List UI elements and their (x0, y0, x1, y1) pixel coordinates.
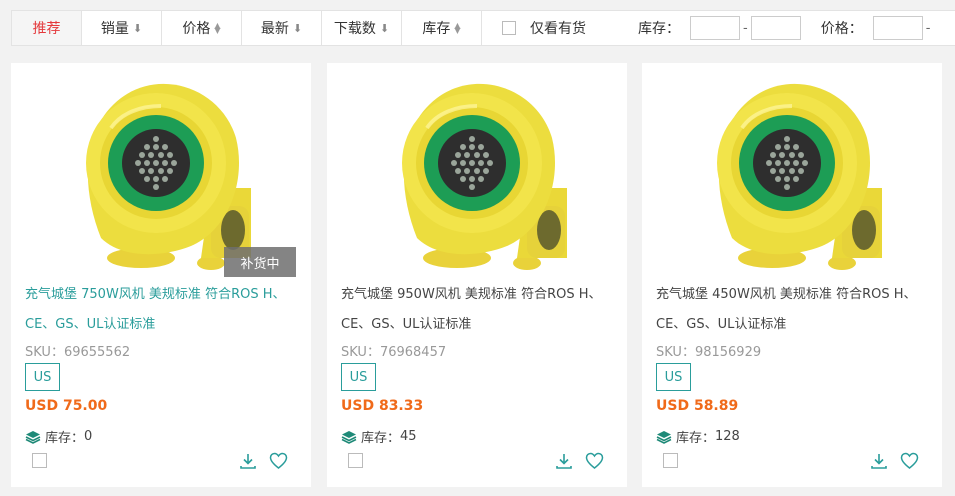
stock-value: 45 (400, 429, 417, 444)
product-stock: 库存： 0 (25, 427, 92, 446)
heart-icon[interactable] (900, 452, 919, 470)
only-in-stock-filter[interactable]: 仅看有货 (502, 18, 586, 38)
download-icon[interactable] (555, 452, 573, 470)
product-card[interactable]: 充气城堡 450W风机 美规标准 符合ROS H、CE、GS、UL认证标准 SK… (642, 63, 942, 487)
stock-min-input[interactable] (690, 16, 740, 40)
sku-value: 98156929 (694, 345, 762, 360)
stock-range-dash: - (743, 20, 748, 36)
price-min-input[interactable] (872, 16, 923, 40)
product-sku: SKU：98156929 (656, 341, 761, 360)
sort-downloads-label: 下载数 (333, 21, 376, 37)
select-checkbox[interactable] (663, 453, 678, 468)
region-tag: US (341, 363, 376, 391)
sort-newest[interactable]: 最新 ⬇ (242, 11, 322, 45)
sort-stock-label: 库存 (422, 21, 451, 37)
product-card[interactable]: 充气城堡 950W风机 美规标准 符合ROS H、CE、GS、UL认证标准 SK… (327, 63, 627, 487)
stock-value: 128 (715, 429, 740, 444)
sku-value: 69655562 (63, 345, 131, 360)
product-image[interactable] (642, 63, 942, 278)
select-checkbox[interactable] (32, 453, 47, 468)
region-tag: US (25, 363, 60, 391)
product-price: USD 58.89 (656, 398, 739, 414)
stock-max-input[interactable] (750, 16, 801, 40)
sort-downloads[interactable]: 下载数 ⬇ (322, 11, 402, 45)
blower-illustration (402, 83, 567, 270)
blower-illustration (717, 83, 882, 270)
layers-icon (25, 430, 41, 444)
product-image[interactable] (327, 63, 627, 278)
arrow-down-icon: ⬇ (379, 21, 390, 35)
product-sku: SKU：69655562 (25, 341, 130, 360)
sort-sales[interactable]: 销量 ⬇ (82, 11, 162, 45)
layers-icon (341, 430, 357, 444)
product-stock: 库存： 128 (656, 427, 740, 446)
stock-label: 库存： (45, 431, 85, 446)
only-in-stock-checkbox[interactable] (502, 21, 516, 35)
download-icon[interactable] (239, 452, 257, 470)
sku-label: SKU： (341, 345, 380, 360)
stock-range-label: 库存： (638, 21, 680, 37)
region-tag: US (656, 363, 691, 391)
product-stock: 库存： 45 (341, 427, 417, 446)
select-checkbox[interactable] (348, 453, 363, 468)
arrow-down-icon: ⬇ (132, 21, 143, 35)
price-range-label: 价格： (820, 21, 863, 37)
sku-label: SKU： (656, 345, 695, 360)
sku-value: 76968457 (379, 345, 447, 360)
sort-up-down-icon: ▲ ▼ (454, 21, 461, 35)
product-title[interactable]: 充气城堡 450W风机 美规标准 符合ROS H、CE、GS、UL认证标准 (656, 280, 934, 340)
product-price: USD 75.00 (25, 398, 108, 414)
stock-label: 库存： (676, 431, 716, 446)
layers-icon (656, 430, 672, 444)
heart-icon[interactable] (585, 452, 604, 470)
sort-up-down-icon: ▲ ▼ (214, 21, 221, 35)
download-icon[interactable] (870, 452, 888, 470)
product-image[interactable] (11, 63, 311, 278)
sort-recommended[interactable]: 推荐 (12, 11, 82, 45)
only-in-stock-label: 仅看有货 (530, 21, 586, 37)
sort-sales-label: 销量 (100, 21, 129, 37)
sort-filter-bar: 推荐 销量 ⬇ 价格 ▲ ▼ 最新 ⬇ 下载数 ⬇ 库存 ▲ ▼ 仅看有货 库存： … (11, 10, 955, 46)
sort-newest-label: 最新 (260, 21, 289, 37)
price-range-dash: - (925, 20, 931, 36)
product-price: USD 83.33 (341, 398, 424, 414)
product-sku: SKU：76968457 (341, 341, 446, 360)
sku-label: SKU： (25, 345, 64, 360)
sort-stock[interactable]: 库存 ▲ ▼ (402, 11, 482, 45)
arrow-down-icon: ⬇ (292, 21, 303, 35)
stock-label: 库存： (361, 431, 401, 446)
product-title[interactable]: 充气城堡 750W风机 美规标准 符合ROS H、CE、GS、UL认证标准 (25, 280, 303, 340)
restock-badge: 补货中 (224, 247, 296, 277)
sort-price[interactable]: 价格 ▲ ▼ (162, 11, 242, 45)
stock-value: 0 (84, 429, 93, 444)
sort-price-label: 价格 (182, 21, 211, 37)
heart-icon[interactable] (269, 452, 288, 470)
product-card[interactable]: 补货中 充气城堡 750W风机 美规标准 符合ROS H、CE、GS、UL认证标… (11, 63, 311, 487)
sort-recommended-label: 推荐 (32, 21, 61, 37)
product-title[interactable]: 充气城堡 950W风机 美规标准 符合ROS H、CE、GS、UL认证标准 (341, 280, 619, 340)
